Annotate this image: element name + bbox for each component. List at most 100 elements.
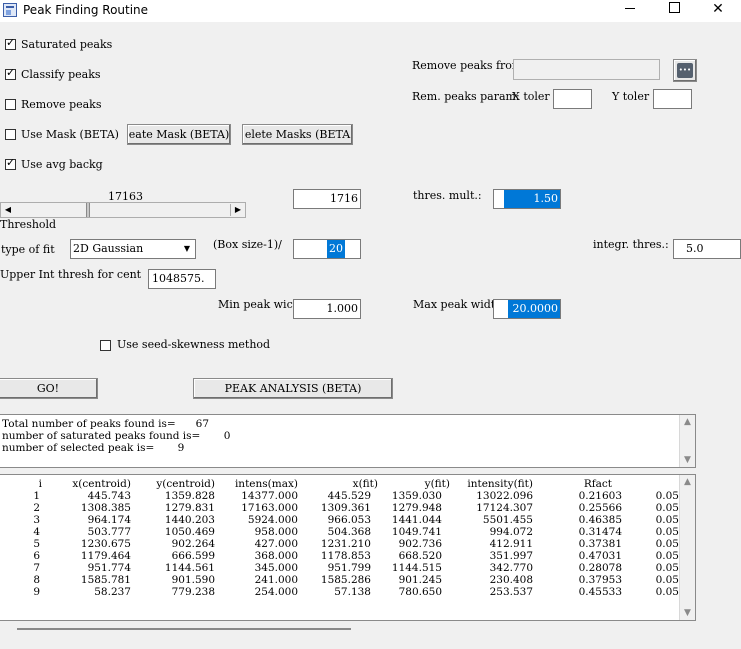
use-avg-backg-label: Use avg backg <box>21 158 103 171</box>
table-cell: 445.529 <box>327 490 371 502</box>
y-toler-field[interactable] <box>653 89 692 109</box>
table-cell: 780.650 <box>398 586 442 598</box>
column-header: y(centroid) <box>156 478 215 490</box>
max-peak-width-value: 20.0000 <box>508 300 560 318</box>
table-cell: 9 <box>33 586 40 598</box>
saturated-peaks-label: Saturated peaks <box>21 38 113 51</box>
delete-masks-button[interactable]: elete Masks (BETA <box>242 124 353 145</box>
table-cell: 0.05 <box>655 514 679 526</box>
browse-button[interactable]: ••• <box>673 59 697 82</box>
column-header: x(fit) <box>352 478 378 490</box>
table-cell: 368.000 <box>254 550 298 562</box>
upper-int-thresh-field[interactable]: 1048575. <box>148 269 216 289</box>
close-button[interactable]: ✕ <box>695 0 741 22</box>
summary-scrollbar[interactable]: ▲ ▼ <box>679 415 695 467</box>
scroll-down-icon[interactable]: ▼ <box>680 608 695 618</box>
table-cell: 4 <box>33 526 40 538</box>
peak-analysis-button[interactable]: PEAK ANALYSIS (BETA) <box>193 378 393 399</box>
table-cell: 0.05 <box>655 526 679 538</box>
table-cell: 0.28078 <box>578 562 622 574</box>
integr-thres-label: integr. thres.: <box>593 238 669 251</box>
horizontal-scrollbar[interactable] <box>17 628 351 630</box>
thres-mult-field[interactable]: 1.50 <box>493 189 561 209</box>
table-cell: 902.736 <box>398 538 442 550</box>
maximize-button[interactable] <box>651 0 697 22</box>
table-cell: 57.138 <box>334 586 371 598</box>
summary-line: number of selected peak is= 9 <box>2 442 185 454</box>
close-icon: ✕ <box>712 1 724 17</box>
table-cell: 1585.781 <box>80 574 131 586</box>
app-icon <box>3 3 17 17</box>
remove-peaks-label: Remove peaks <box>21 98 102 111</box>
threshold-slider[interactable]: ◀ ▶ <box>0 202 246 218</box>
use-mask-checkbox[interactable] <box>5 129 16 140</box>
max-peak-width-field[interactable]: 20.0000 <box>493 299 561 319</box>
minimize-icon <box>625 7 635 9</box>
table-cell: 0.37953 <box>578 574 622 586</box>
integr-thres-field[interactable]: 5.0 <box>673 239 741 259</box>
table-cell: 964.174 <box>87 514 131 526</box>
summary-panel: Total number of peaks found is= 67 number… <box>0 414 696 468</box>
table-cell: 1049.741 <box>391 526 442 538</box>
table-cell: 0.05 <box>655 490 679 502</box>
column-header: y(fit) <box>424 478 450 490</box>
threshold-field[interactable]: 1716 <box>293 189 361 209</box>
go-button[interactable]: GO! <box>0 378 98 399</box>
table-cell: 1585.286 <box>320 574 371 586</box>
table-cell: 902.264 <box>171 538 215 550</box>
table-cell: 0.31474 <box>578 526 622 538</box>
table-cell: 6 <box>33 550 40 562</box>
use-avg-backg-checkbox[interactable] <box>5 156 16 170</box>
table-cell: 0.37381 <box>578 538 622 550</box>
table-cell: 0.45533 <box>578 586 622 598</box>
title-bar: Peak Finding Routine ✕ <box>0 0 741 22</box>
table-cell: 1441.044 <box>391 514 442 526</box>
min-peak-width-label: Min peak wic <box>218 298 293 311</box>
create-mask-button[interactable]: eate Mask (BETA) <box>127 124 231 145</box>
remove-peaks-from-label: Remove peaks from <box>412 59 523 72</box>
table-cell: 503.777 <box>87 526 131 538</box>
slider-thumb[interactable] <box>86 203 90 217</box>
scroll-down-icon[interactable]: ▼ <box>680 455 695 465</box>
table-cell: 901.590 <box>171 574 215 586</box>
table-cell: 0.05 <box>655 550 679 562</box>
y-toler-label: Y toler <box>612 90 650 103</box>
table-cell: 504.368 <box>327 526 371 538</box>
scroll-up-icon[interactable]: ▲ <box>680 477 695 487</box>
table-cell: 5924.000 <box>247 514 298 526</box>
table-cell: 427.000 <box>254 538 298 550</box>
table-cell: 8 <box>33 574 40 586</box>
table-cell: 230.408 <box>489 574 533 586</box>
box-size-label: (Box size-1)/ <box>213 238 282 251</box>
table-cell: 0.05 <box>655 538 679 550</box>
summary-line: Total number of peaks found is= 67 <box>2 418 210 430</box>
table-cell: 666.599 <box>171 550 215 562</box>
classify-peaks-checkbox[interactable] <box>5 66 16 80</box>
box-size-field[interactable]: 20 <box>293 239 361 259</box>
results-scrollbar[interactable]: ▲ ▼ <box>679 475 695 620</box>
table-cell: 958.000 <box>254 526 298 538</box>
column-header: intensity(fit) <box>467 478 533 490</box>
max-peak-width-label: Max peak widt <box>413 298 496 311</box>
table-cell: 17163.000 <box>241 502 298 514</box>
box-size-value: 20 <box>327 240 345 258</box>
x-toler-label: X toler <box>512 90 550 103</box>
slider-right-arrow-icon[interactable]: ▶ <box>230 204 245 216</box>
table-cell: 0.25566 <box>578 502 622 514</box>
table-cell: 1279.831 <box>164 502 215 514</box>
x-toler-field[interactable] <box>553 89 592 109</box>
scroll-up-icon[interactable]: ▲ <box>680 417 695 427</box>
column-header: Rfact <box>583 478 612 490</box>
min-peak-width-field[interactable]: 1.000 <box>293 299 361 319</box>
remove-peaks-checkbox[interactable] <box>5 99 16 110</box>
seed-skewness-checkbox[interactable] <box>100 340 111 351</box>
table-cell: 951.774 <box>87 562 131 574</box>
slider-left-arrow-icon[interactable]: ◀ <box>1 204 15 216</box>
minimize-button[interactable] <box>607 0 653 22</box>
saturated-peaks-checkbox[interactable] <box>5 36 16 50</box>
table-cell: 7 <box>33 562 40 574</box>
summary-text: Total number of peaks found is= 67 number… <box>2 418 230 454</box>
type-of-fit-select[interactable]: 2D Gaussian ▼ <box>70 239 196 259</box>
thres-mult-label: thres. mult.: <box>413 189 482 202</box>
remove-peaks-from-field[interactable] <box>513 59 660 80</box>
